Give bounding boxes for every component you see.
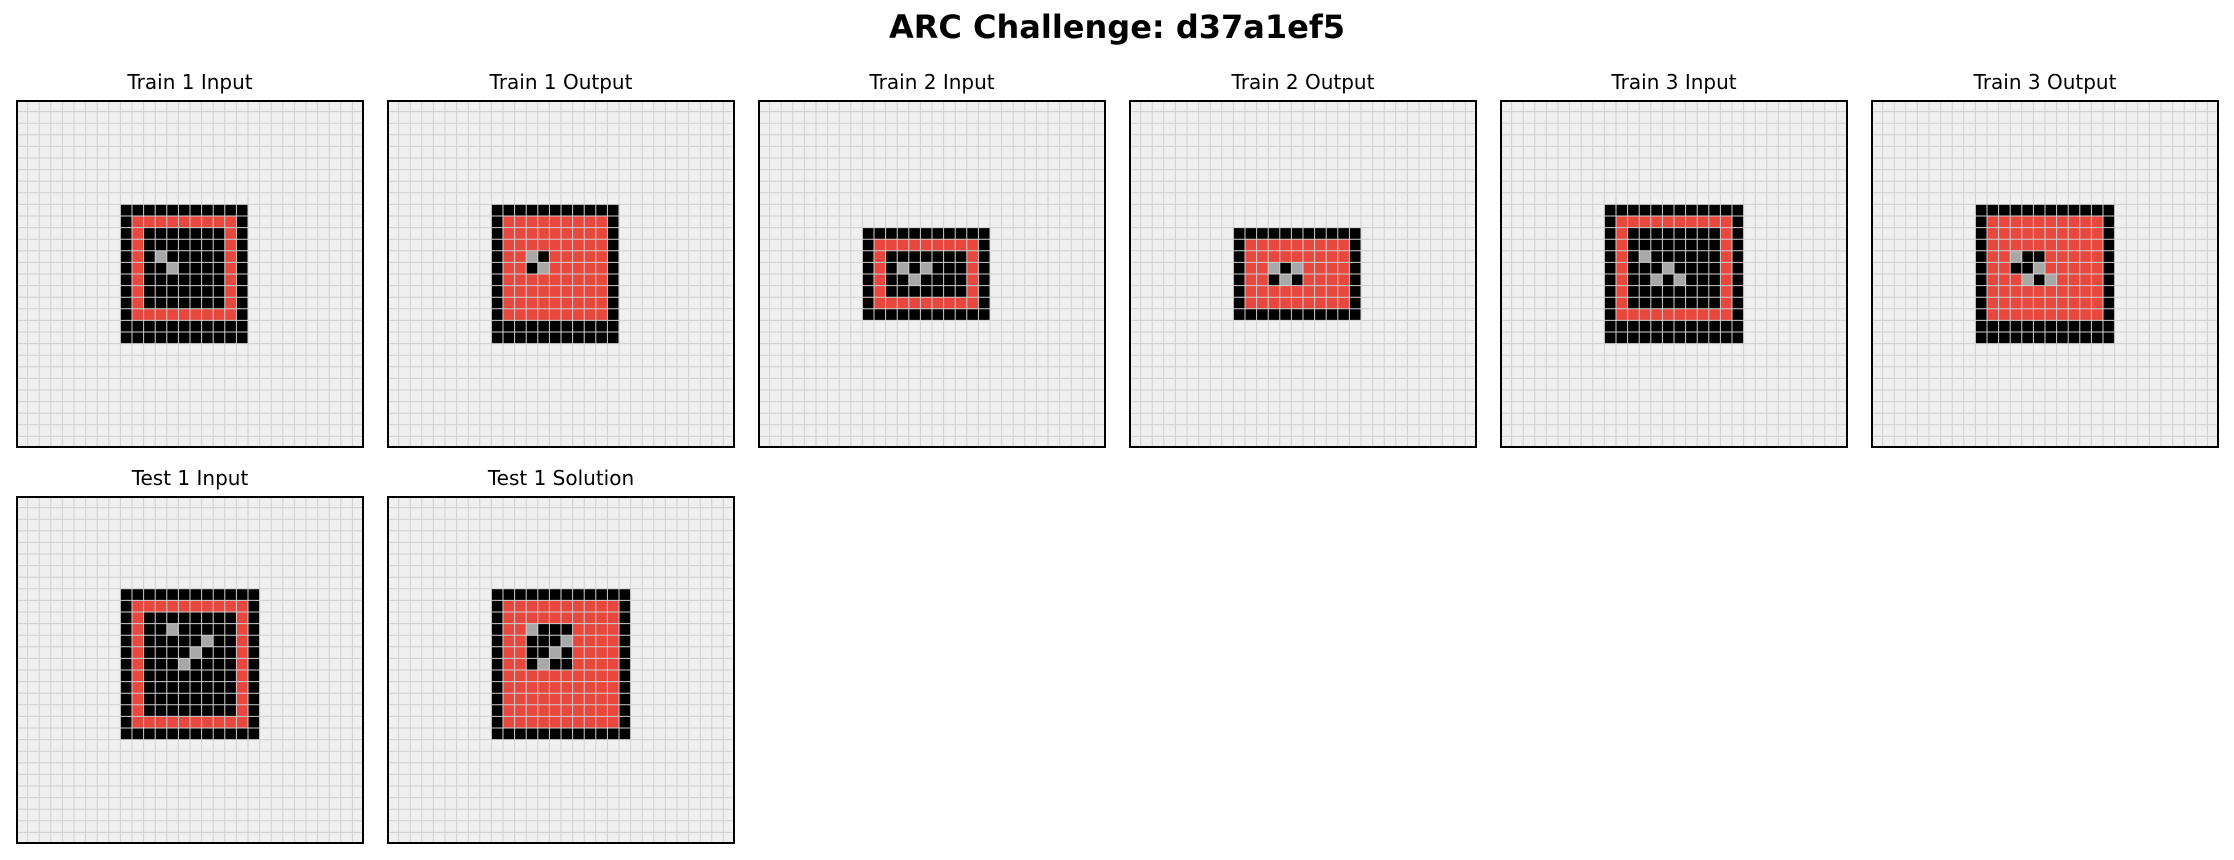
panel-title: Train 3 Input [1611, 70, 1737, 94]
cell-block [1650, 274, 1663, 286]
cell-block [2033, 262, 2045, 274]
cell-block [2021, 274, 2034, 286]
panel-4: Train 2 Output [1129, 70, 1477, 448]
cell-block [1639, 250, 1651, 263]
panel-title: Train 3 Output [1973, 70, 2117, 94]
grid [1500, 100, 1848, 448]
cell-block [1291, 274, 1303, 286]
grid [387, 100, 735, 448]
cell-block [526, 262, 538, 274]
panel-title: Train 1 Input [127, 70, 253, 94]
panel-5: Train 3 Input [1500, 70, 1848, 448]
grid [1129, 100, 1477, 448]
cell-block [1674, 274, 1686, 286]
cell-block [2045, 274, 2057, 286]
panel-title: Test 1 Input [131, 466, 249, 490]
cell-block [549, 646, 561, 659]
cell-block [908, 274, 921, 286]
cell-block [143, 227, 225, 309]
cell-block [190, 646, 202, 659]
panel-7: Test 1 Input [16, 466, 364, 844]
grid [16, 100, 364, 448]
panel-8: Test 1 Solution [387, 466, 735, 844]
panel-title: Train 2 Output [1231, 70, 1375, 94]
panel-6: Train 3 Output [1871, 70, 2219, 448]
cell-block [1291, 262, 1303, 274]
cell-block [526, 250, 538, 263]
cell-block [503, 216, 608, 321]
cell-block [1279, 274, 1292, 286]
cell-block [1268, 262, 1280, 274]
panel-title: Train 2 Input [869, 70, 995, 94]
cell-block [897, 262, 909, 274]
grid [16, 496, 364, 844]
cell-block [1268, 274, 1280, 286]
panel-2: Train 1 Output [387, 70, 735, 448]
panel-title: Test 1 Solution [487, 466, 635, 490]
grid [758, 100, 1106, 448]
cell-block [2010, 250, 2022, 263]
cell-block [920, 262, 932, 274]
cell-block [166, 623, 179, 636]
cell-block [537, 262, 550, 274]
cell-block [526, 623, 538, 636]
grid [387, 496, 735, 844]
grid [1871, 100, 2219, 448]
cell-block [1279, 262, 1292, 274]
cell-block [1662, 262, 1674, 274]
page-title: ARC Challenge: d37a1ef5 [888, 8, 1346, 46]
panel-1: Train 1 Input [16, 70, 364, 448]
cell-block [537, 658, 550, 670]
cell-block [178, 658, 190, 670]
cell-block [155, 250, 167, 263]
cell-block [537, 250, 550, 263]
panel-title: Train 1 Output [489, 70, 633, 94]
cell-block [2033, 274, 2045, 286]
cell-block [166, 262, 179, 274]
cell-block [201, 635, 214, 647]
cell-block [561, 635, 573, 647]
panel-3: Train 2 Input [758, 70, 1106, 448]
